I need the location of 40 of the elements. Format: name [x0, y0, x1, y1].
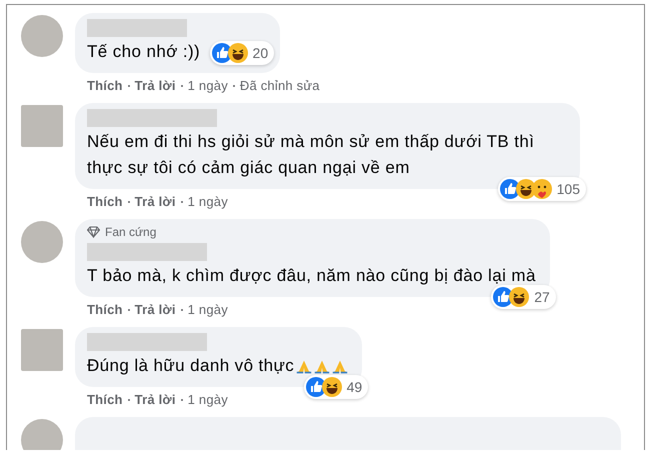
comment-text: Tế cho nhớ :))	[87, 41, 200, 63]
reaction-summary[interactable]: 20	[210, 41, 274, 65]
laughing-reaction-icon	[509, 287, 530, 307]
meta-text: 1 ngày	[188, 78, 228, 93]
action-link[interactable]: Thích	[87, 194, 123, 209]
avatar-placeholder	[21, 105, 63, 147]
action-link[interactable]: Trả lời	[134, 194, 176, 209]
diamond-icon	[87, 226, 100, 238]
action-link[interactable]: Trả lời	[134, 392, 176, 407]
separator-dot	[128, 308, 130, 310]
avatar-placeholder	[21, 419, 63, 450]
reaction-summary[interactable]: 27	[491, 285, 556, 309]
badge-label: Fan cứng	[105, 225, 156, 239]
reaction-summary[interactable]: 49	[304, 375, 368, 399]
separator-dot	[180, 308, 183, 310]
avatar-placeholder	[21, 329, 63, 371]
action-link[interactable]: Trả lời	[134, 78, 176, 93]
separator-dot	[128, 84, 130, 86]
avatar-placeholder	[21, 15, 63, 57]
action-link[interactable]: Thích	[87, 392, 123, 407]
separator-dot	[180, 200, 183, 202]
comment-text: T bảo mà, k chìm được đâu, năm nào cũng bị đào lại mà	[87, 265, 536, 287]
separator-dot	[180, 398, 183, 400]
meta-text: Đã chỉnh sửa	[240, 78, 320, 93]
hugging-reaction-icon	[532, 179, 552, 199]
avatar-placeholder	[21, 221, 63, 263]
separator-dot	[180, 84, 183, 86]
action-link[interactable]: Trả lời	[134, 302, 176, 317]
meta-text: 1 ngày	[188, 302, 228, 317]
meta-text: 1 ngày	[188, 392, 228, 407]
meta-text: 1 ngày	[188, 194, 228, 209]
comment-text: Nếu em đi thi hs giỏi sử mà môn sử em thấp dưới TB thì thực sự tôi có cảm giác quan ngại về em	[87, 131, 536, 179]
separator-dot	[128, 200, 130, 202]
laughing-reaction-icon	[322, 377, 342, 397]
action-link[interactable]: Thích	[87, 78, 123, 93]
action-link[interactable]: Thích	[87, 302, 123, 317]
separator-dot	[232, 84, 235, 86]
reaction-summary[interactable]: 105	[498, 177, 586, 201]
separator-dot	[128, 398, 130, 400]
laughing-reaction-icon	[228, 43, 248, 63]
